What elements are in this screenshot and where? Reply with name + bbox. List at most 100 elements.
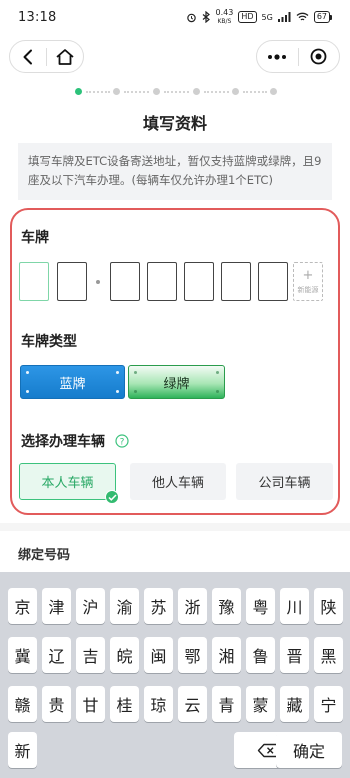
key-lu[interactable]: 鲁 bbox=[246, 637, 275, 673]
selected-check-icon bbox=[105, 490, 119, 504]
key-xin[interactable]: 新 bbox=[8, 732, 37, 768]
key-yue[interactable]: 粤 bbox=[246, 588, 275, 624]
blue-plate-option[interactable]: 蓝牌 bbox=[20, 365, 125, 399]
key-yu-chongqing[interactable]: 渝 bbox=[110, 588, 139, 624]
target-close-icon bbox=[310, 48, 327, 65]
plate-label: 车牌 bbox=[21, 230, 49, 246]
close-miniprogram-button[interactable] bbox=[299, 41, 340, 72]
notice-text: 填写车牌及ETC设备寄送地址，暂仅支持蓝牌或绿牌，且9座及以下汽车办理。(每辆车… bbox=[18, 143, 332, 200]
step-dot-6 bbox=[270, 88, 277, 95]
battery-level: 67 bbox=[313, 11, 330, 23]
key-hei[interactable]: 黑 bbox=[314, 637, 343, 673]
green-plate-option[interactable]: 绿牌 bbox=[128, 365, 225, 399]
plate-input-letter[interactable] bbox=[57, 262, 87, 301]
plate-type-label: 车牌类型 bbox=[21, 334, 77, 350]
plate-input-char-6[interactable] bbox=[221, 262, 251, 301]
key-gui-guangxi[interactable]: 桂 bbox=[110, 686, 139, 722]
other-vehicle-option[interactable]: 他人车辆 bbox=[130, 463, 226, 500]
hd-badge: HD bbox=[238, 11, 257, 23]
more-button[interactable] bbox=[257, 41, 298, 72]
plate-input-char-7[interactable] bbox=[258, 262, 288, 301]
step-connector bbox=[164, 91, 189, 93]
step-connector bbox=[243, 91, 267, 93]
rivet bbox=[134, 371, 137, 374]
plate-input-char-3[interactable] bbox=[110, 262, 140, 301]
plate-input-char-5[interactable] bbox=[184, 262, 214, 301]
confirm-key[interactable]: 确定 bbox=[276, 732, 342, 768]
nav-capsule-left bbox=[9, 40, 84, 73]
step-dot-3 bbox=[153, 88, 160, 95]
key-meng[interactable]: 蒙 bbox=[246, 686, 275, 722]
company-vehicle-option[interactable]: 公司车辆 bbox=[236, 463, 333, 500]
key-ning[interactable]: 宁 bbox=[314, 686, 343, 722]
section-gap bbox=[0, 523, 350, 531]
svg-text:?: ? bbox=[120, 437, 125, 447]
step-dot-5 bbox=[232, 88, 239, 95]
status-icons: 0.43 KB/S HD 5G 67 bbox=[186, 7, 332, 26]
vehicle-form-card: 车牌 + 新能源 车牌类型 蓝牌 绿牌 选择办理车辆 ? 本人车辆 他人车辆 公… bbox=[10, 208, 340, 515]
key-zang[interactable]: 藏 bbox=[280, 686, 309, 722]
alarm-icon bbox=[186, 13, 196, 22]
net-speed-value: 0.43 bbox=[215, 7, 234, 17]
key-wan[interactable]: 皖 bbox=[110, 637, 139, 673]
new-energy-plate-button[interactable]: + 新能源 bbox=[293, 262, 323, 301]
rivet bbox=[216, 371, 219, 374]
key-jin[interactable]: 津 bbox=[42, 588, 71, 624]
key-jing[interactable]: 京 bbox=[8, 588, 37, 624]
plus-icon: + bbox=[302, 267, 314, 283]
battery-tip bbox=[330, 14, 332, 20]
key-chuan[interactable]: 川 bbox=[280, 588, 309, 624]
key-qiong[interactable]: 琼 bbox=[144, 686, 173, 722]
key-xiang[interactable]: 湘 bbox=[212, 637, 241, 673]
key-jin-shanxi[interactable]: 晋 bbox=[280, 637, 309, 673]
own-vehicle-label: 本人车辆 bbox=[41, 476, 94, 491]
step-connector bbox=[204, 91, 229, 93]
key-gan-jiangxi[interactable]: 赣 bbox=[8, 686, 37, 722]
status-time: 13:18 bbox=[18, 9, 57, 25]
key-ji-jilin[interactable]: 吉 bbox=[76, 637, 105, 673]
step-connector bbox=[86, 91, 110, 93]
status-bar: 13:18 0.43 KB/S HD 5G 67 bbox=[0, 0, 350, 34]
page-title: 填写资料 bbox=[142, 114, 207, 133]
key-zhe[interactable]: 浙 bbox=[178, 588, 207, 624]
blue-plate-label: 蓝牌 bbox=[59, 376, 86, 392]
nav-capsule-right bbox=[256, 40, 340, 73]
battery-indicator: 67 bbox=[313, 11, 332, 23]
step-indicator bbox=[0, 88, 350, 96]
key-yun[interactable]: 云 bbox=[178, 686, 207, 722]
key-su[interactable]: 苏 bbox=[144, 588, 173, 624]
key-hu[interactable]: 沪 bbox=[76, 588, 105, 624]
help-icon[interactable]: ? bbox=[115, 434, 129, 448]
home-icon bbox=[56, 48, 74, 65]
more-dots-icon bbox=[268, 53, 287, 60]
bind-phone-label: 绑定号码 bbox=[18, 548, 71, 563]
wifi-icon bbox=[296, 12, 309, 21]
key-yu-henan[interactable]: 豫 bbox=[212, 588, 241, 624]
step-dot-1 bbox=[75, 88, 82, 95]
own-vehicle-option[interactable]: 本人车辆 bbox=[19, 463, 119, 504]
key-min[interactable]: 闽 bbox=[144, 637, 173, 673]
plate-input-char-4[interactable] bbox=[147, 262, 177, 301]
key-gan[interactable]: 甘 bbox=[76, 686, 105, 722]
step-dot-4 bbox=[193, 88, 200, 95]
net-speed-unit: KB/S bbox=[217, 17, 232, 25]
net-speed: 0.43 KB/S bbox=[215, 7, 234, 26]
plate-input-province[interactable] bbox=[19, 262, 49, 301]
company-vehicle-label: 公司车辆 bbox=[258, 476, 311, 491]
home-button[interactable] bbox=[47, 41, 83, 72]
network-type: 5G bbox=[261, 12, 273, 22]
rivet bbox=[116, 390, 119, 393]
key-e[interactable]: 鄂 bbox=[178, 637, 207, 673]
province-keyboard: 京 津 沪 渝 苏 浙 豫 粤 川 陕 冀 辽 吉 皖 闽 鄂 湘 鲁 晋 黑 … bbox=[0, 572, 350, 778]
back-button[interactable] bbox=[10, 41, 46, 72]
rivet bbox=[134, 390, 137, 393]
key-qing[interactable]: 青 bbox=[212, 686, 241, 722]
key-ji[interactable]: 冀 bbox=[8, 637, 37, 673]
back-arrow-icon bbox=[23, 49, 32, 64]
key-liao[interactable]: 辽 bbox=[42, 637, 71, 673]
nav-bar bbox=[0, 40, 350, 74]
key-shan[interactable]: 陕 bbox=[314, 588, 343, 624]
key-gui[interactable]: 贵 bbox=[42, 686, 71, 722]
rivet bbox=[216, 390, 219, 393]
vehicle-select-label: 选择办理车辆 bbox=[21, 434, 105, 450]
